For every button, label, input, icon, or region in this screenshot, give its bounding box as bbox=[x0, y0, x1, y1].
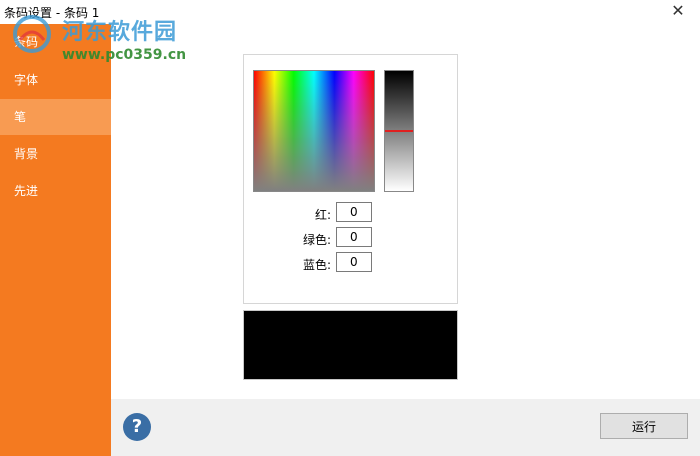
run-button[interactable]: 运行 bbox=[600, 413, 688, 439]
color-picker-panel: 红: 绿色: 蓝色: bbox=[243, 54, 458, 304]
sidebar-item-background[interactable]: 背景 bbox=[0, 136, 111, 172]
red-input[interactable] bbox=[336, 202, 372, 222]
luminance-marker[interactable] bbox=[385, 130, 413, 132]
sidebar-item-label: 背景 bbox=[14, 147, 39, 161]
sidebar-item-label: 字体 bbox=[14, 73, 39, 87]
sidebar-item-barcode[interactable]: 条码 bbox=[0, 24, 111, 60]
green-input[interactable] bbox=[336, 227, 372, 247]
green-label: 绿色: bbox=[302, 233, 331, 247]
color-preview bbox=[243, 310, 458, 380]
sidebar-item-font[interactable]: 字体 bbox=[0, 62, 111, 98]
blue-row: 蓝色: bbox=[244, 252, 459, 274]
red-row: 红: bbox=[244, 202, 459, 224]
sidebar-item-label: 先进 bbox=[14, 184, 39, 198]
sidebar-item-label: 笔 bbox=[14, 110, 27, 124]
sidebar-item-advanced[interactable]: 先进 bbox=[0, 173, 111, 209]
footer: ? 运行 bbox=[111, 399, 700, 456]
color-spectrum[interactable] bbox=[253, 70, 375, 192]
blue-label: 蓝色: bbox=[302, 258, 331, 272]
luminance-slider[interactable] bbox=[384, 70, 414, 192]
sidebar-item-pen[interactable]: 笔 bbox=[0, 99, 111, 135]
help-icon[interactable]: ? bbox=[123, 413, 151, 441]
close-icon[interactable]: ✕ bbox=[656, 0, 700, 24]
title-bar: 条码设置 - 条码 1 ✕ bbox=[0, 0, 700, 24]
blue-input[interactable] bbox=[336, 252, 372, 272]
sidebar: 条码 字体 笔 背景 先进 bbox=[0, 24, 111, 456]
red-label: 红: bbox=[314, 208, 331, 222]
sidebar-item-label: 条码 bbox=[14, 35, 39, 49]
green-row: 绿色: bbox=[244, 227, 459, 249]
window-title: 条码设置 - 条码 1 bbox=[4, 6, 100, 20]
